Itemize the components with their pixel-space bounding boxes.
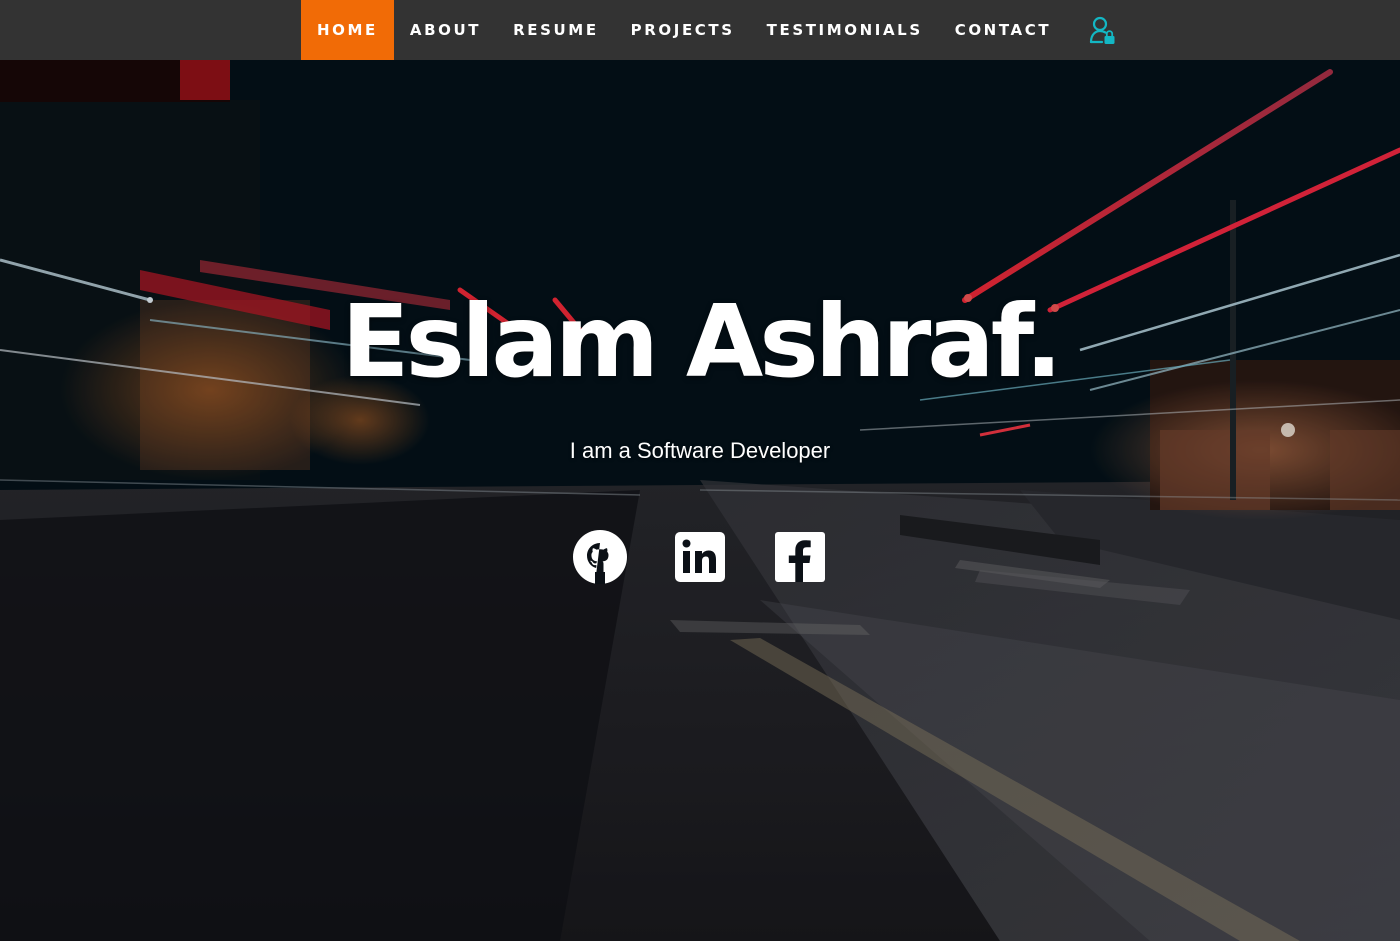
facebook-icon [775,532,825,582]
facebook-link[interactable] [773,530,827,584]
nav-item-resume[interactable]: RESUME [497,0,615,60]
nav-item-about[interactable]: ABOUT [394,0,497,60]
top-navbar: HOME ABOUT RESUME PROJECTS TESTIMONIALS … [0,0,1400,60]
nav-menu: HOME ABOUT RESUME PROJECTS TESTIMONIALS … [301,0,1129,60]
nav-item-contact[interactable]: CONTACT [939,0,1067,60]
linkedin-icon [675,532,725,582]
night-street-background [0,60,1400,941]
nav-item-home[interactable]: HOME [301,0,394,60]
login-button[interactable] [1067,0,1129,60]
page: HOME ABOUT RESUME PROJECTS TESTIMONIALS … [0,0,1400,941]
hero-section: Eslam Ashraf. I am a Software Developer [0,60,1400,941]
nav-item-testimonials[interactable]: TESTIMONIALS [751,0,939,60]
github-icon [573,530,627,584]
social-links [0,530,1400,584]
github-link[interactable] [573,530,627,584]
linkedin-link[interactable] [673,530,727,584]
nav-item-projects[interactable]: PROJECTS [615,0,751,60]
hero-subtitle: I am a Software Developer [569,438,831,463]
hero-title: Eslam Ashraf. [341,283,1063,400]
user-lock-icon [1090,16,1115,44]
